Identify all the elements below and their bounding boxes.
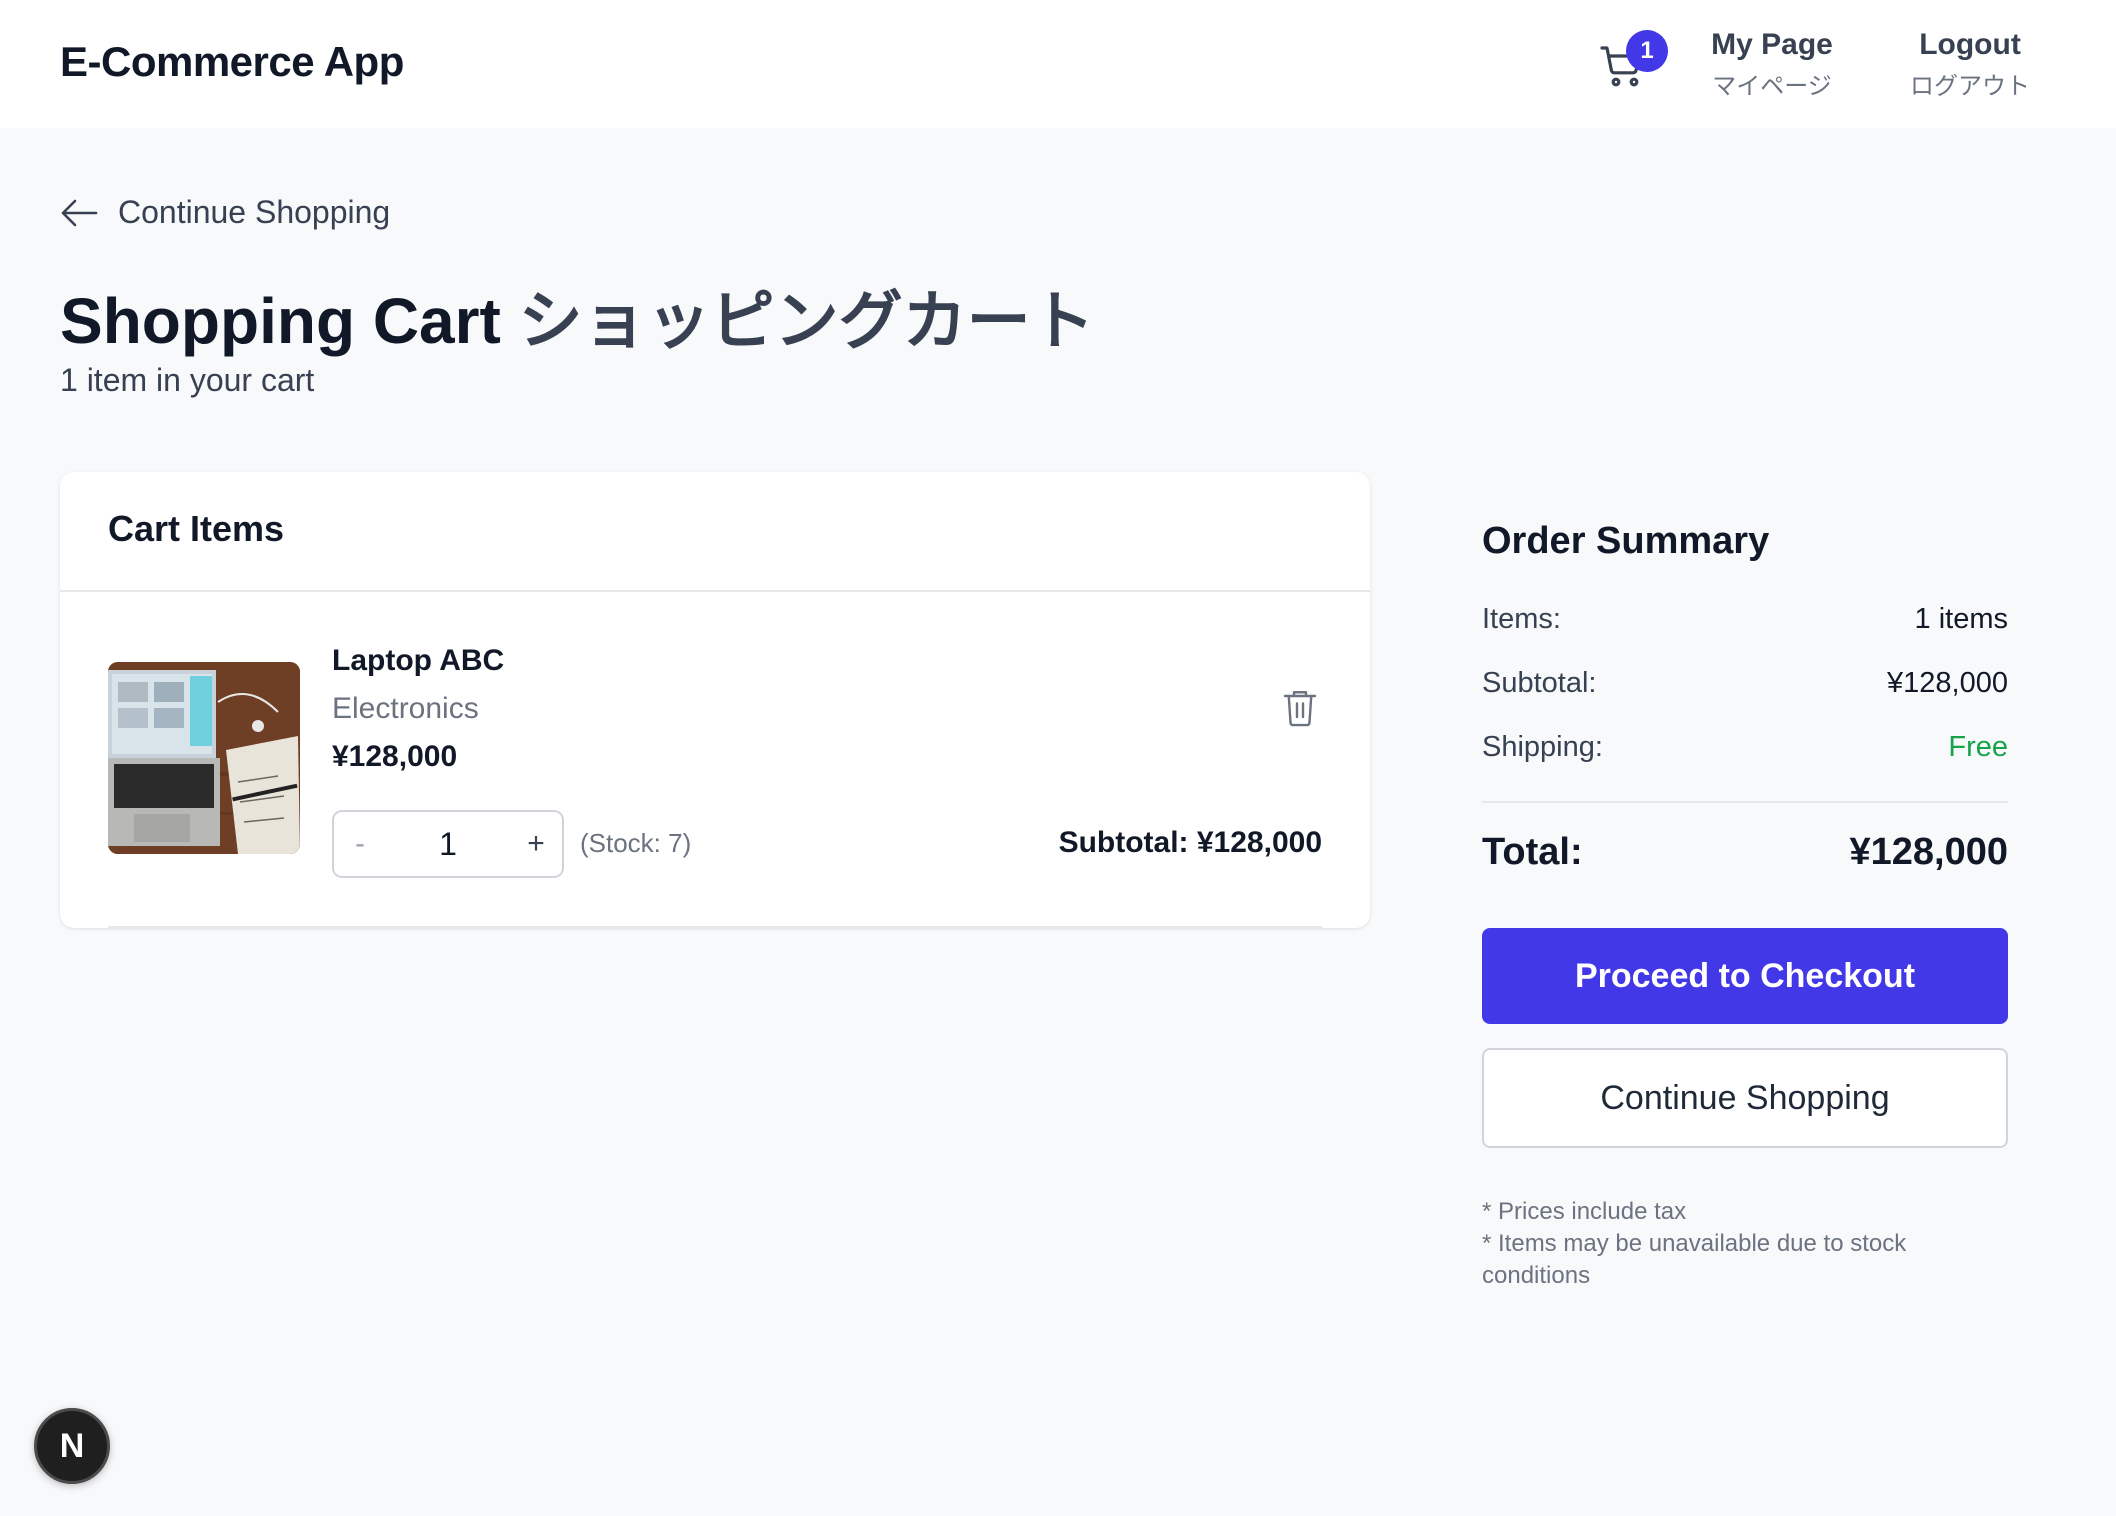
product-name[interactable]: Laptop ABC: [332, 644, 504, 678]
dev-tools-badge[interactable]: N: [34, 1408, 110, 1484]
app-brand[interactable]: E-Commerce App: [60, 38, 404, 86]
cart-count-badge: 1: [1626, 30, 1668, 72]
cart-items-heading: Cart Items: [60, 472, 1370, 592]
trash-icon: [1283, 691, 1317, 727]
logout-label: Logout: [1919, 28, 2021, 61]
mypage-label: My Page: [1711, 28, 1833, 61]
arrow-left-icon: [61, 199, 98, 226]
top-navbar: E-Commerce App 1 My Page マイページ Logout ログ…: [0, 0, 2116, 128]
page-title: Shopping Cart ショッピングカート: [60, 270, 1095, 362]
summary-notes: * Prices include tax * Items may be unav…: [1482, 1196, 2008, 1292]
card-divider: [108, 926, 1322, 928]
summary-subtotal-label: Subtotal:: [1482, 667, 1597, 699]
summary-shipping-value: Free: [1948, 731, 2008, 763]
summary-total-label: Total:: [1482, 831, 1583, 873]
mypage-link[interactable]: My Page マイページ: [1702, 28, 1842, 101]
logout-label-jp: ログアウト: [1910, 73, 2030, 100]
summary-items-row: Items: 1 items: [1482, 603, 2008, 667]
note-stock: * Items may be unavailable due to stock …: [1482, 1230, 1907, 1289]
summary-divider: [1482, 801, 2008, 803]
product-category: Electronics: [332, 692, 479, 725]
summary-total-row: Total: ¥128,000: [1482, 831, 2008, 874]
increase-quantity-button[interactable]: +: [510, 827, 562, 861]
quantity-value[interactable]: 1: [386, 826, 510, 863]
continue-shopping-button[interactable]: Continue Shopping: [1482, 1048, 2008, 1148]
decrease-quantity-button[interactable]: -: [334, 827, 386, 861]
product-image: [108, 662, 300, 854]
page-title-en: Shopping Cart: [60, 285, 501, 357]
summary-subtotal-value: ¥128,000: [1887, 667, 2008, 699]
summary-shipping-row: Shipping: Free: [1482, 731, 2008, 795]
continue-shopping-link-label: Continue Shopping: [118, 194, 391, 230]
item-count-text: 1 item in your cart: [60, 362, 315, 398]
summary-shipping-label: Shipping:: [1482, 731, 1603, 763]
page-title-jp: ショッピングカート: [518, 285, 1095, 357]
note-tax: * Prices include tax: [1482, 1198, 1687, 1225]
product-price: ¥128,000: [332, 740, 458, 773]
quantity-stepper: - 1 +: [332, 810, 564, 878]
item-subtotal: Subtotal: ¥128,000: [1058, 826, 1322, 859]
cart-item: Laptop ABC Electronics ¥128,000 - 1 + (S…: [60, 592, 1370, 922]
order-summary-title: Order Summary: [1482, 520, 1770, 562]
remove-item-button[interactable]: [1282, 688, 1318, 733]
order-summary: Order Summary Items: 1 items Subtotal: ¥…: [1482, 520, 2008, 1292]
summary-items-value: 1 items: [1914, 603, 2008, 635]
continue-shopping-link[interactable]: Continue Shopping: [60, 194, 390, 231]
stock-text: (Stock: 7): [580, 828, 692, 858]
cart-items-card: Cart Items Laptop ABC Electronics ¥128,0…: [60, 472, 1370, 928]
summary-subtotal-row: Subtotal: ¥128,000: [1482, 667, 2008, 731]
summary-items-label: Items:: [1482, 603, 1561, 635]
proceed-to-checkout-button[interactable]: Proceed to Checkout: [1482, 928, 2008, 1024]
logout-link[interactable]: Logout ログアウト: [1900, 28, 2040, 101]
cart-button[interactable]: 1: [1590, 30, 1670, 100]
mypage-label-jp: マイページ: [1712, 73, 1832, 100]
summary-total-value: ¥128,000: [1849, 831, 2009, 873]
